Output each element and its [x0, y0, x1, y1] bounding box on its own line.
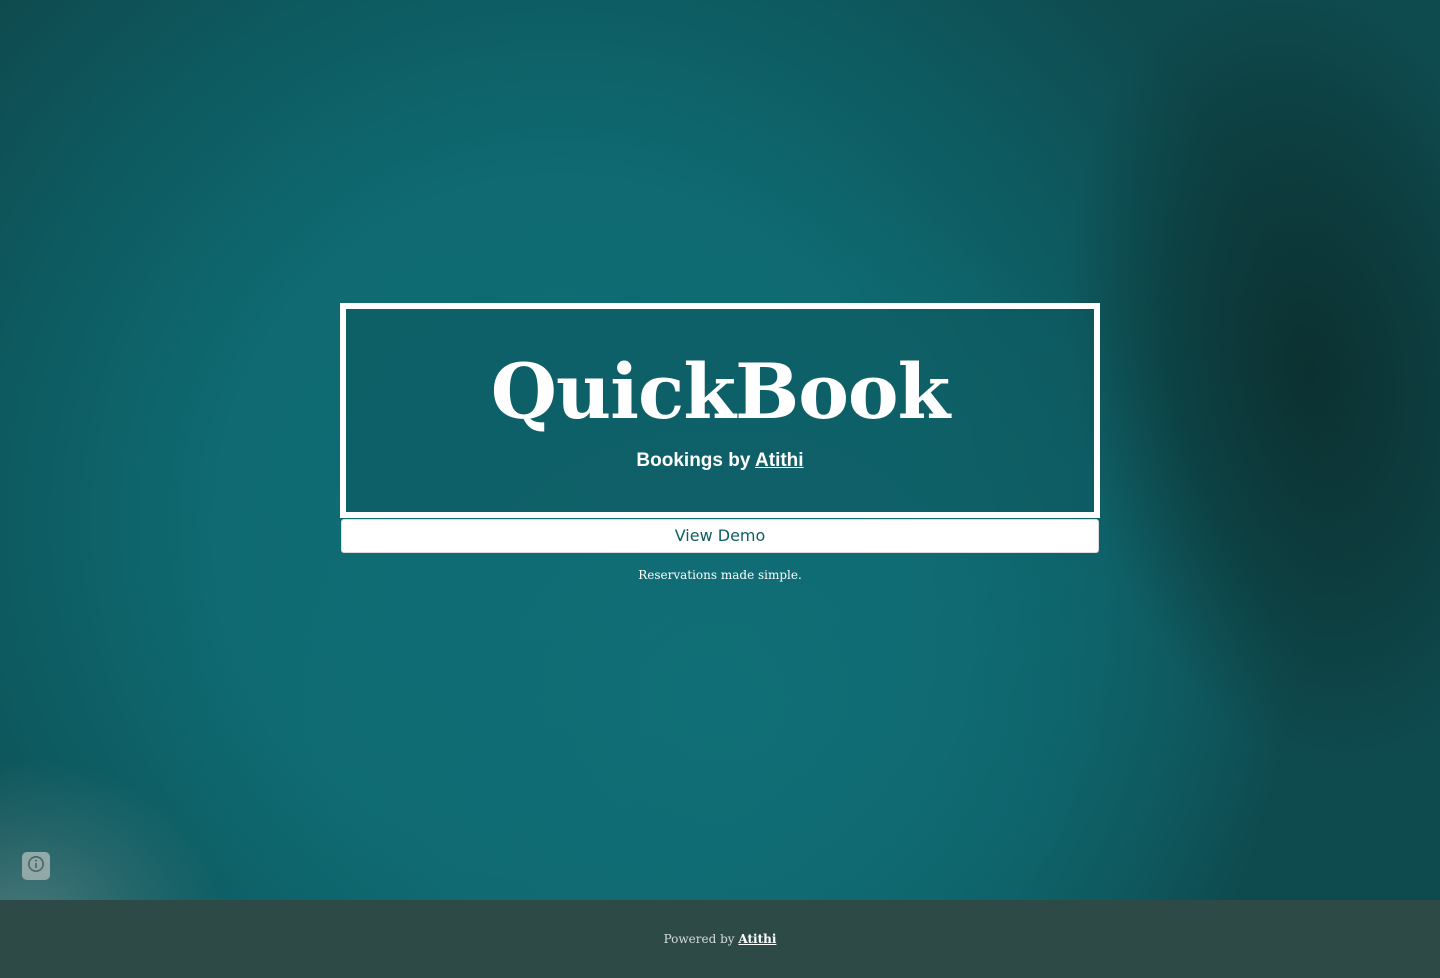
tagline: Reservations made simple. [638, 568, 802, 582]
site-info-button[interactable] [22, 852, 50, 880]
subtitle: Bookings by Atithi [346, 449, 1094, 473]
powered-by-prefix: Powered by [663, 932, 739, 946]
page-title: QuickBook [490, 347, 951, 436]
atithi-link[interactable]: Atithi [755, 450, 804, 471]
info-icon [27, 855, 45, 877]
powered-by: Powered by Atithi [0, 930, 1440, 948]
footer-atithi-link[interactable]: Atithi [738, 932, 776, 946]
hero-section: QuickBook Bookings by Atithi View Demo R… [0, 0, 1440, 900]
view-demo-button[interactable]: View Demo [341, 519, 1099, 553]
subtitle-prefix: Bookings by [636, 450, 756, 471]
title-box: QuickBook Bookings by Atithi [340, 303, 1100, 518]
